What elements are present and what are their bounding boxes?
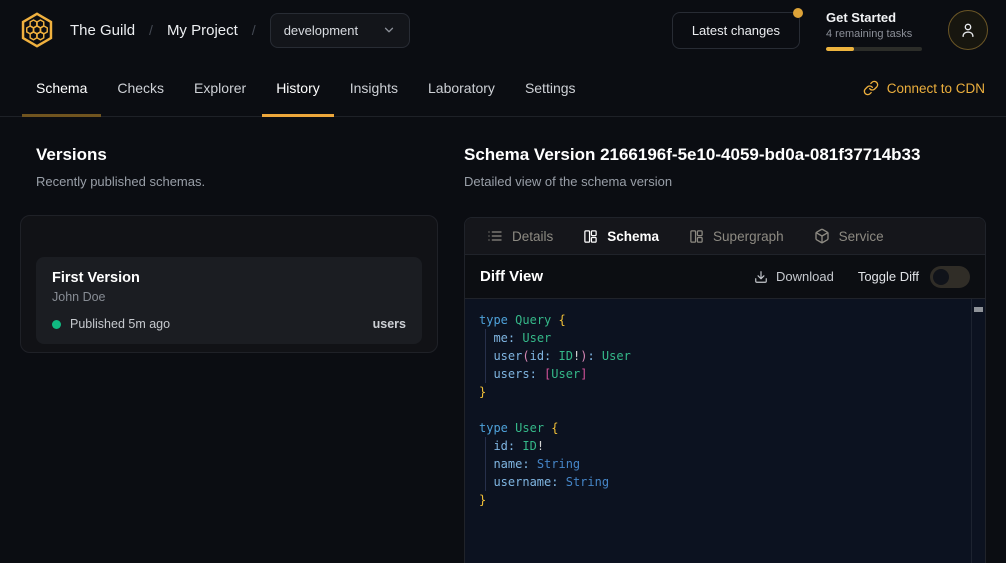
latest-changes-button[interactable]: Latest changes [672,12,800,49]
get-started-widget[interactable]: Get Started 4 remaining tasks [826,10,922,51]
user-avatar-button[interactable] [948,10,988,50]
breadcrumb-project[interactable]: My Project [167,22,238,39]
nav-tab-label: Checks [117,80,164,96]
schema-version-subtitle: Detailed view of the schema version [464,174,986,189]
toggle-diff-label: Toggle Diff [858,269,919,284]
panels-icon [689,229,704,244]
version-author: John Doe [52,290,406,304]
nav-tab-label: Explorer [194,80,246,96]
get-started-progress [826,47,922,51]
panels-icon [583,229,598,244]
schema-code-viewer[interactable]: type Query { me: User user(id: ID!): Use… [465,299,985,563]
tab-schema[interactable]: Schema [568,218,674,254]
nav-tab-label: Insights [350,80,398,96]
download-button[interactable]: Download [754,269,834,284]
code-content: type Query { me: User user(id: ID!): Use… [465,299,971,563]
breadcrumb-separator: / [252,22,256,38]
header-actions: Latest changes Get Started 4 remaining t… [672,10,988,51]
nav-tab-laboratory[interactable]: Laboratory [413,60,510,116]
nav-tab-insights[interactable]: Insights [335,60,413,116]
versions-title: Versions [36,145,464,165]
service-badge: users [373,317,406,331]
get-started-title: Get Started [826,10,922,25]
schema-version-title: Schema Version 2166196f-5e10-4059-bd0a-0… [464,145,986,165]
latest-changes-label: Latest changes [692,23,780,38]
schema-version-panel: Details Schema Supergraph [464,217,986,563]
nav-tab-schema[interactable]: Schema [21,60,102,116]
nav-tab-label: Settings [525,80,576,96]
user-icon [959,21,977,39]
toggle-knob [933,269,949,285]
nav-tab-checks[interactable]: Checks [102,60,179,116]
chevron-down-icon [382,23,396,37]
download-icon [754,270,768,284]
tab-supergraph[interactable]: Supergraph [674,218,799,254]
diff-toolbar: Diff View Download Toggle Diff [465,255,985,299]
notification-dot [793,8,803,18]
schema-panel-tabs: Details Schema Supergraph [465,218,985,255]
guild-logo-icon[interactable] [18,11,56,49]
download-label: Download [776,269,834,284]
schema-version-section: Schema Version 2166196f-5e10-4059-bd0a-0… [464,117,986,563]
tab-label: Schema [607,229,659,244]
versions-subtitle: Recently published schemas. [36,174,464,189]
connect-to-cdn-link[interactable]: Connect to CDN [863,60,985,116]
top-header: The Guild / My Project / development Lat… [0,0,1006,60]
tab-details[interactable]: Details [472,218,568,254]
target-selector-value: development [284,23,358,38]
breadcrumb-separator: / [149,22,153,38]
published-status-dot [52,320,61,329]
breadcrumb: The Guild / My Project / development [18,11,410,49]
nav-tab-label: Laboratory [428,80,495,96]
vertical-scrollbar[interactable] [971,299,985,563]
version-name: First Version [52,270,406,286]
target-selector[interactable]: development [270,13,410,48]
diff-view-title: Diff View [480,268,543,285]
version-list-item[interactable]: First Version John Doe Published 5m ago … [36,257,422,344]
link-icon [863,80,879,96]
toggle-diff-switch[interactable] [930,266,970,288]
tab-label: Details [512,229,553,244]
nav-tab-label: History [276,80,320,96]
get-started-progress-fill [826,47,854,51]
nav-tab-history[interactable]: History [261,60,335,116]
nav-tab-settings[interactable]: Settings [510,60,591,116]
tab-label: Service [839,229,884,244]
nav-tab-explorer[interactable]: Explorer [179,60,261,116]
main-nav: Schema Checks Explorer History Insights … [0,60,1006,117]
tab-service[interactable]: Service [799,218,899,254]
versions-section: Versions Recently published schemas. Fir… [0,117,464,563]
connect-to-cdn-label: Connect to CDN [887,81,985,96]
scrollbar-thumb[interactable] [974,307,983,312]
nav-tab-label: Schema [36,80,87,96]
list-icon [487,228,503,244]
tab-label: Supergraph [713,229,784,244]
breadcrumb-org[interactable]: The Guild [70,22,135,39]
get-started-subtitle: 4 remaining tasks [826,28,922,40]
version-status: Published 5m ago [70,317,170,331]
box-icon [814,228,830,244]
versions-card: First Version John Doe Published 5m ago … [20,215,438,353]
